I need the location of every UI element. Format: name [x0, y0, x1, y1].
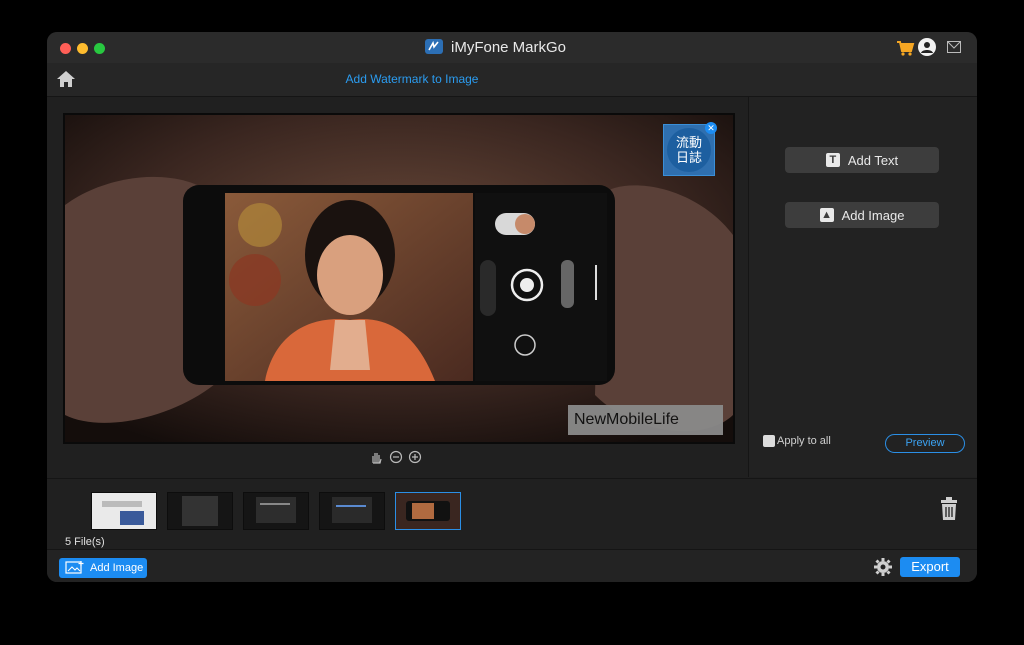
image-icon: ▲ — [819, 208, 834, 222]
add-image-button-label: Add Image — [90, 562, 144, 574]
settings-gear-icon[interactable] — [874, 558, 892, 576]
app-title: iMyFone MarkGo — [451, 39, 567, 56]
preview-button[interactable]: Preview — [885, 434, 965, 453]
add-text-button[interactable]: T Add Text — [785, 147, 939, 173]
preview-pane: 流動 日誌 ✕ NewMobileLife — [47, 97, 749, 477]
thumbnail[interactable] — [243, 492, 309, 530]
watermark-logo[interactable]: 流動 日誌 ✕ — [663, 122, 717, 176]
add-image-button[interactable]: Add Image — [59, 558, 147, 578]
footer-bar: Add Image Export — [47, 549, 977, 582]
apply-to-all-label: Apply to all — [777, 435, 831, 447]
zoom-controls — [370, 449, 424, 465]
mail-icon[interactable] — [947, 41, 961, 53]
page-header: Add Watermark to Image — [47, 63, 977, 97]
thumbnail[interactable] — [91, 492, 157, 530]
hand-tool-icon[interactable] — [372, 453, 382, 464]
add-image-label: Add Image — [841, 207, 905, 223]
minimize-window-button[interactable] — [77, 43, 88, 54]
thumbnail[interactable] — [319, 492, 385, 530]
page-title: Add Watermark to Image — [345, 72, 479, 86]
add-image-watermark-button[interactable]: ▲ Add Image — [785, 202, 939, 228]
apply-to-all[interactable]: Apply to all — [763, 435, 831, 447]
account-icon[interactable] — [918, 38, 936, 56]
trash-icon[interactable] — [939, 497, 959, 521]
zoom-out-icon[interactable] — [389, 450, 403, 464]
app-window: iMyFone MarkGo Add Watermark to Image 流動… — [47, 32, 977, 582]
remove-watermark-button[interactable]: ✕ — [705, 122, 717, 134]
watermark-tools-panel: T Add Text ▲ Add Image Apply to all Prev… — [749, 97, 977, 477]
export-button[interactable]: Export — [900, 557, 960, 577]
add-text-label: Add Text — [847, 152, 899, 168]
thumbnail[interactable] — [167, 492, 233, 530]
close-window-button[interactable] — [60, 43, 71, 54]
photo-image — [65, 115, 733, 442]
app-logo-icon — [425, 39, 443, 54]
image-canvas[interactable]: 流動 日誌 ✕ NewMobileLife — [63, 113, 735, 444]
svg-text:流動: 流動 — [676, 136, 702, 151]
text-icon: T — [825, 153, 840, 167]
add-image-icon — [65, 561, 84, 574]
apply-to-all-checkbox[interactable] — [763, 435, 775, 447]
title-bar: iMyFone MarkGo — [47, 32, 977, 64]
zoom-in-icon[interactable] — [408, 450, 422, 464]
watermark-text[interactable]: NewMobileLife — [568, 405, 723, 435]
cart-icon[interactable] — [895, 38, 915, 58]
file-count: 5 File(s) — [65, 536, 105, 548]
svg-text:日誌: 日誌 — [676, 150, 702, 166]
thumbnail-selected[interactable] — [395, 492, 461, 530]
zoom-window-button[interactable] — [94, 43, 105, 54]
thumbnail-strip: 5 File(s) — [47, 478, 977, 549]
